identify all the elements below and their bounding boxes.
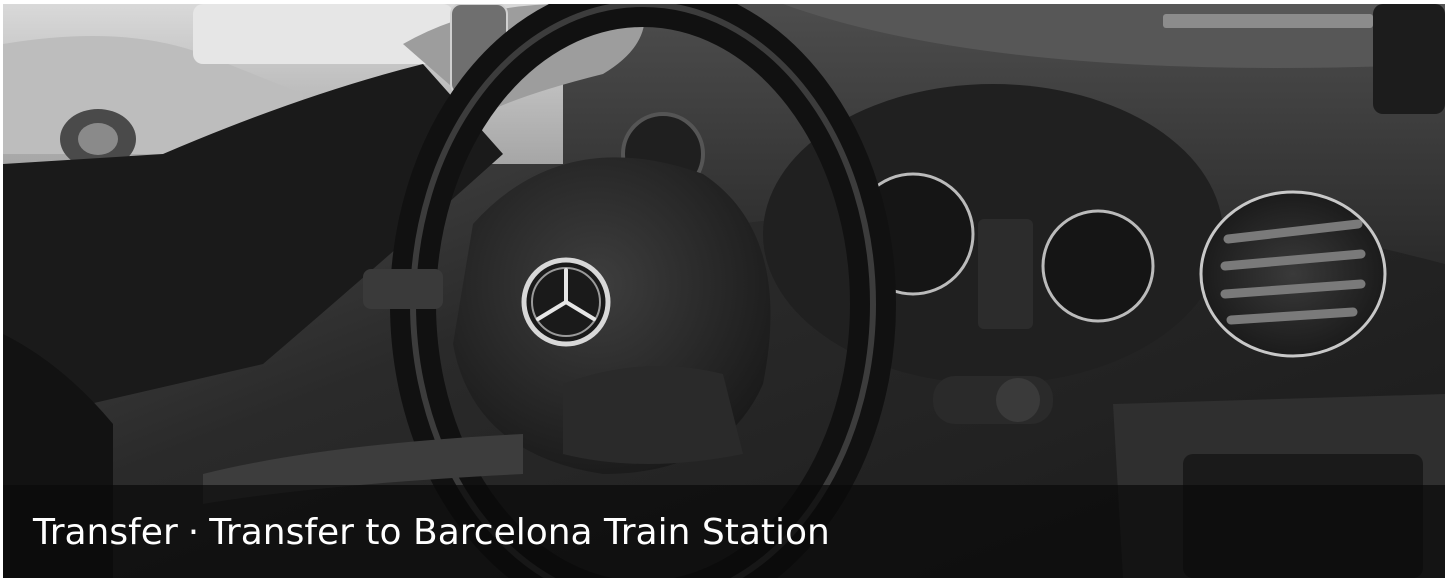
caption-bar: Transfer · Transfer to Barcelona Train Sta… [3, 485, 1445, 578]
banner-category: Transfer [33, 512, 178, 553]
banner-title: Transfer to Barcelona Train Station [209, 512, 830, 553]
emblem [521, 257, 611, 347]
banner-separator: · [187, 512, 200, 553]
banner-caption: Transfer · Transfer to Barcelona Train Sta… [33, 511, 830, 555]
hero-banner: Transfer · Transfer to Barcelona Train Sta… [3, 4, 1445, 578]
